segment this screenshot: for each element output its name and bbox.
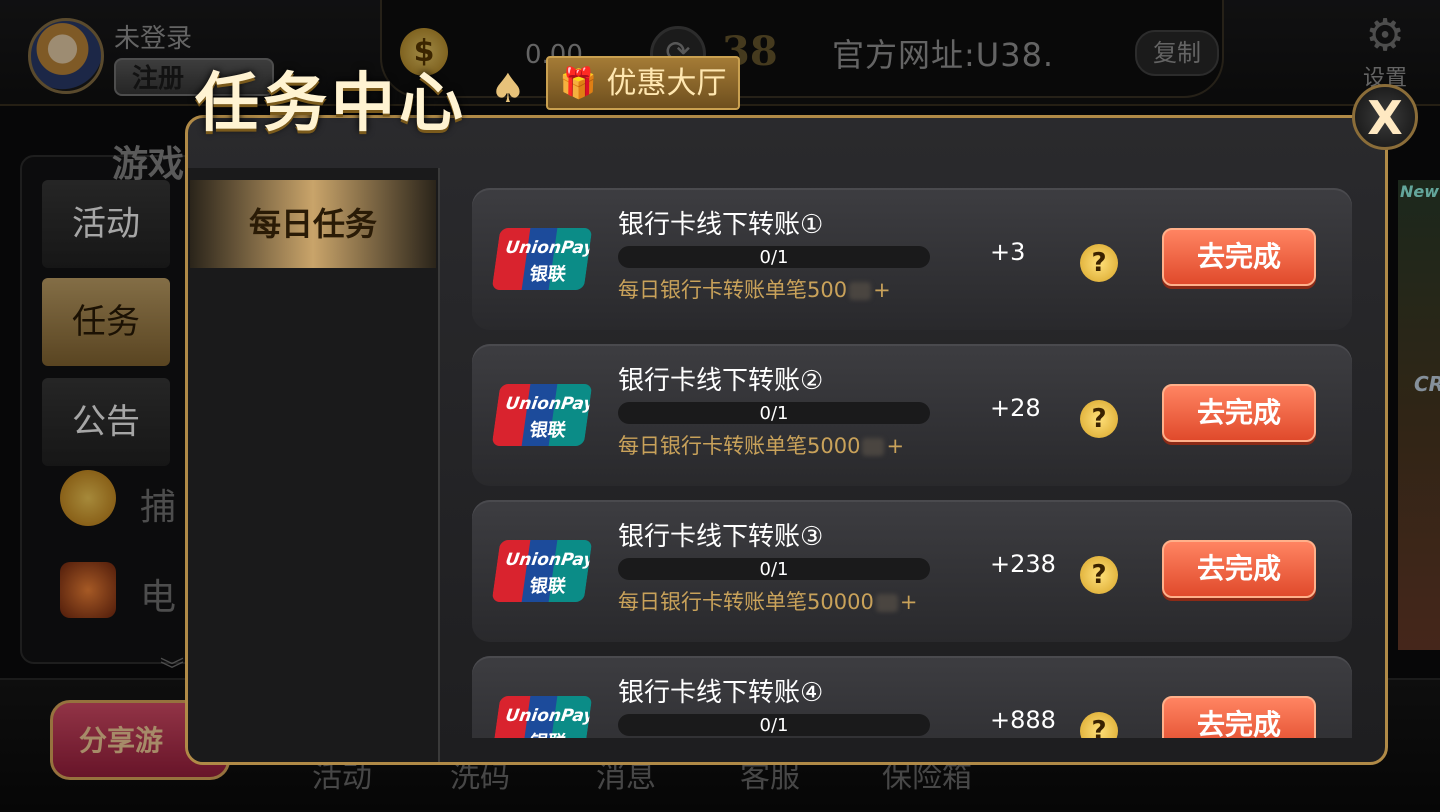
go-complete-button[interactable]: 去完成 [1162,696,1316,738]
unionpay-cn-text: 银联 [528,420,568,441]
unionpay-text: UnionPay [504,550,593,570]
unionpay-cn-text: 银联 [528,264,568,285]
spade-icon: ♠ [490,66,526,112]
task-description: 每日银行卡转账单笔5000 + [618,434,905,458]
help-icon[interactable]: ? [1080,712,1118,738]
task-name: 银行卡线下转账② [618,366,824,396]
task-reward: +3 [990,238,1026,266]
promo-hall-tab[interactable]: 🎁 优惠大厅 [546,56,740,110]
progress-text: 0/1 [759,715,789,736]
go-complete-button[interactable]: 去完成 [1162,540,1316,598]
go-complete-button[interactable]: 去完成 [1162,384,1316,442]
task-reward: +28 [990,394,1041,422]
task-reward: +238 [990,550,1056,578]
unionpay-logo: UnionPay 银联 [491,384,593,446]
redacted-mark [875,594,898,612]
task-row: UnionPay 银联 银行卡线下转账① 0/1 每日银行卡转账单笔500 + +3? 去完成 [472,188,1352,330]
progress-text: 0/1 [759,559,789,580]
unionpay-text: UnionPay [504,394,593,414]
redacted-mark [862,438,885,456]
tab-daily-tasks[interactable]: 每日任务 [190,180,436,268]
task-row: UnionPay 银联 银行卡线下转账③ 0/1 每日银行卡转账单笔50000 + +238… [472,500,1352,642]
help-icon[interactable]: ? [1080,400,1118,438]
task-reward: +888 [990,706,1056,734]
task-name: 银行卡线下转账③ [618,522,824,552]
task-name: 银行卡线下转账① [618,210,824,240]
task-description: 每日银行卡转账单笔50000 + [618,590,918,614]
unionpay-text: UnionPay [504,238,593,258]
unionpay-cn-text: 银联 [528,576,568,597]
close-button[interactable]: X [1352,84,1418,150]
task-name: 银行卡线下转账④ [618,678,824,708]
unionpay-text: UnionPay [504,706,593,726]
progress-text: 0/1 [759,403,789,424]
modal-title: 任务中心 [195,67,467,141]
gift-icon: 🎁 [559,66,597,101]
promo-hall-label: 优惠大厅 [606,66,727,101]
unionpay-logo: UnionPay 银联 [491,540,593,602]
task-description: 每日银行卡转账单笔500 + [618,278,891,302]
task-row: UnionPay 银联 银行卡线下转账④ 0/1 +888? 去完成 [472,656,1352,738]
task-row: UnionPay 银联 银行卡线下转账② 0/1 每日银行卡转账单笔5000 + +28? 去… [472,344,1352,486]
help-icon[interactable]: ? [1080,556,1118,594]
task-list[interactable]: UnionPay 银联 银行卡线下转账① 0/1 每日银行卡转账单笔500 + +3? 去完成… [472,188,1354,738]
progress-text: 0/1 [759,247,789,268]
help-icon[interactable]: ? [1080,244,1118,282]
unionpay-logo: UnionPay 银联 [491,228,593,290]
redacted-mark [849,282,872,300]
go-complete-button[interactable]: 去完成 [1162,228,1316,286]
unionpay-logo: UnionPay 银联 [491,696,593,738]
unionpay-cn-text: 银联 [528,728,568,738]
